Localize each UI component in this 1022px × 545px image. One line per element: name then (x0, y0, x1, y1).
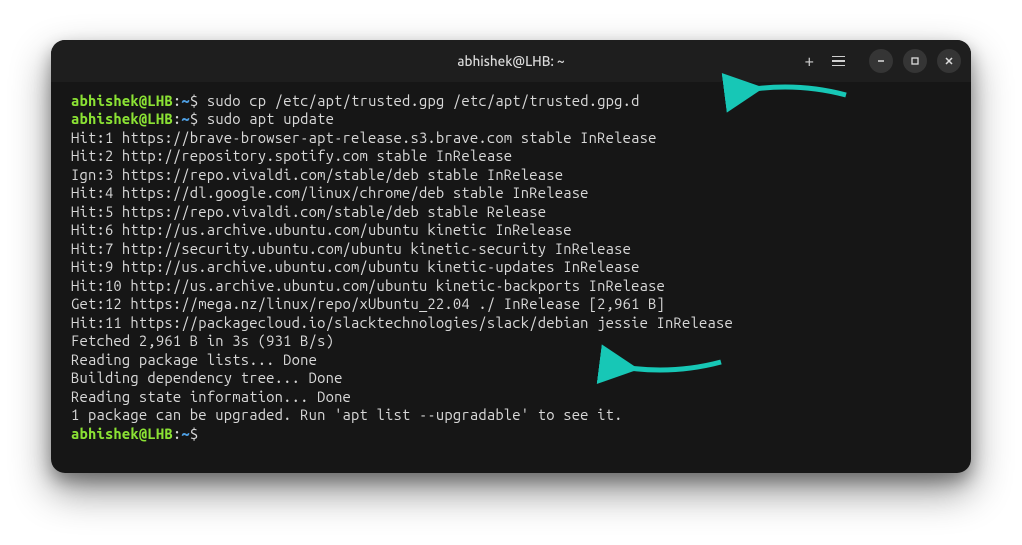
close-button[interactable] (937, 49, 961, 73)
maximize-icon (910, 56, 920, 66)
output-line: Reading state information... Done (71, 388, 951, 406)
output-line: Reading package lists... Done (71, 351, 951, 369)
output-line: Hit:1 https://brave-browser-apt-release.… (71, 129, 951, 147)
prompt-sep2: $ (190, 110, 207, 127)
new-tab-button[interactable]: + (804, 52, 814, 71)
titlebar: abhishek@LHB: ~ + (51, 40, 971, 82)
window-controls (869, 49, 961, 73)
prompt-user: abhishek@LHB (71, 92, 173, 109)
output-line: Hit:2 http://repository.spotify.com stab… (71, 147, 951, 165)
menu-button[interactable] (832, 56, 845, 67)
output-line: Hit:11 https://packagecloud.io/slacktech… (71, 314, 951, 332)
prompt-idle: abhishek@LHB:~$ (71, 425, 951, 443)
output-line: Ign:3 https://repo.vivaldi.com/stable/de… (71, 166, 951, 184)
prompt-user: abhishek@LHB (71, 425, 173, 442)
command-text: sudo cp /etc/apt/trusted.gpg /etc/apt/tr… (207, 92, 640, 109)
output-line: Hit:6 http://us.archive.ubuntu.com/ubunt… (71, 221, 951, 239)
minimize-icon (876, 56, 886, 66)
output-line: Hit:10 http://us.archive.ubuntu.com/ubun… (71, 277, 951, 295)
output-line: Get:12 https://mega.nz/linux/repo/xUbunt… (71, 295, 951, 313)
prompt-sep2: $ (190, 425, 207, 442)
output-line: Hit:5 https://repo.vivaldi.com/stable/de… (71, 203, 951, 221)
command-line-1: abhishek@LHB:~$ sudo cp /etc/apt/trusted… (71, 92, 951, 110)
output-line: Hit:9 http://us.archive.ubuntu.com/ubunt… (71, 258, 951, 276)
output-line: Hit:4 https://dl.google.com/linux/chrome… (71, 184, 951, 202)
output-line: Hit:7 http://security.ubuntu.com/ubuntu … (71, 240, 951, 258)
command-text: sudo apt update (207, 110, 334, 127)
command-line-2: abhishek@LHB:~$ sudo apt update (71, 110, 951, 128)
prompt-sep2: $ (190, 92, 207, 109)
terminal-window: abhishek@LHB: ~ + abhishek@ (51, 40, 971, 473)
prompt-user: abhishek@LHB (71, 110, 173, 127)
maximize-button[interactable] (903, 49, 927, 73)
window-title: abhishek@LHB: ~ (457, 53, 564, 69)
terminal-body[interactable]: abhishek@LHB:~$ sudo cp /etc/apt/trusted… (51, 82, 971, 473)
prompt-path: ~ (181, 425, 190, 442)
close-icon (944, 56, 954, 66)
output-line: Building dependency tree... Done (71, 369, 951, 387)
prompt-path: ~ (181, 110, 190, 127)
titlebar-controls: + (804, 49, 961, 73)
output-line: Fetched 2,961 B in 3s (931 B/s) (71, 332, 951, 350)
prompt-path: ~ (181, 92, 190, 109)
titlebar-left-controls: + (804, 52, 845, 71)
output-line: 1 package can be upgraded. Run 'apt list… (71, 406, 951, 424)
minimize-button[interactable] (869, 49, 893, 73)
